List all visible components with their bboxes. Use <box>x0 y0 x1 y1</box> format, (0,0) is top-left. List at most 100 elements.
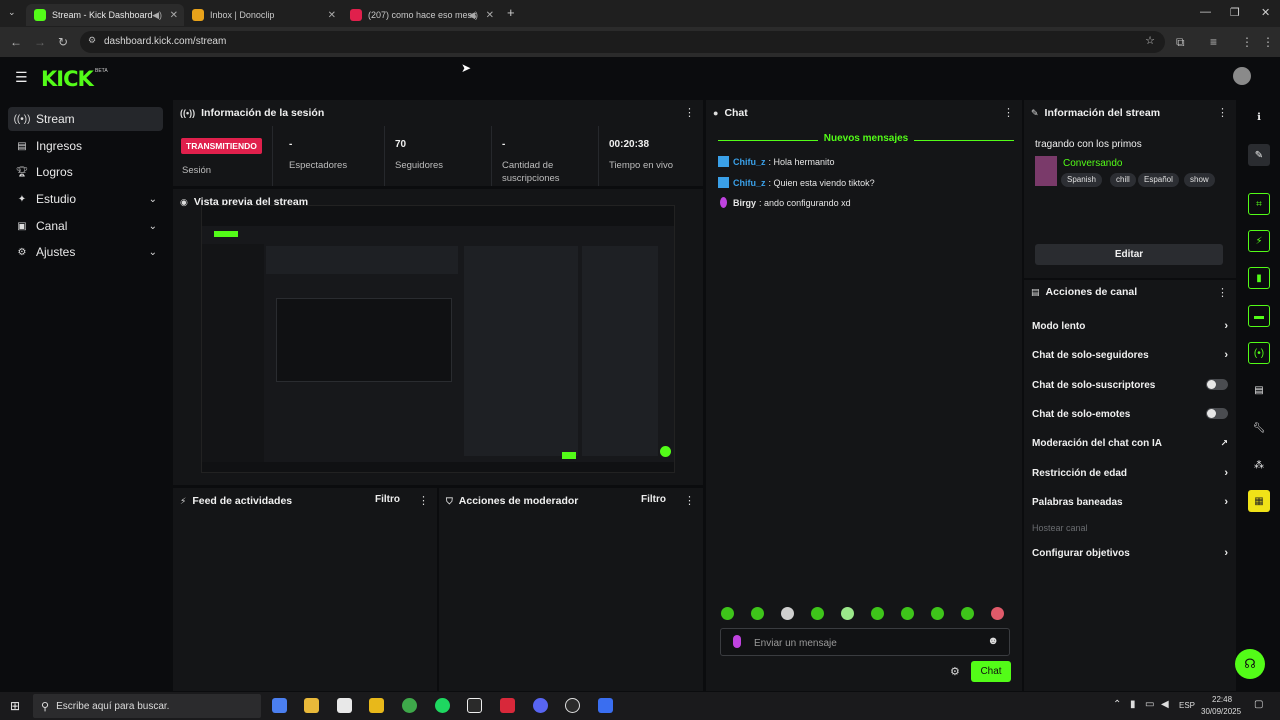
stream-tag[interactable]: Spanish <box>1061 173 1102 187</box>
extensions-icon[interactable]: ⧉ <box>1176 35 1185 50</box>
chat-username[interactable]: Chifu_z <box>733 157 766 167</box>
stream-tag[interactable]: chill <box>1110 173 1136 187</box>
tab-youtube[interactable]: (207) como hace eso mess ◀︎) ✕ <box>342 4 500 26</box>
emote-icon[interactable] <box>961 607 974 620</box>
sidebar-item-estudio[interactable]: ✦ Estudio ⌄ <box>8 187 163 211</box>
share-nodes-icon[interactable]: ⁂ <box>1248 454 1270 476</box>
notification-icon[interactable]: ▢ <box>1254 699 1263 710</box>
spotify-icon[interactable] <box>435 698 450 713</box>
avatar[interactable] <box>1233 67 1251 85</box>
language-indicator[interactable]: ESP <box>1179 701 1195 710</box>
action-slow-mode[interactable]: Modo lento › <box>1032 316 1228 336</box>
category-link[interactable]: Conversando <box>1063 158 1122 169</box>
forward-icon[interactable]: → <box>34 35 46 49</box>
clock-time[interactable]: 22:48 <box>1212 695 1232 704</box>
tab-donoclip[interactable]: Inbox | Donoclip ✕ <box>184 4 342 26</box>
chat-username[interactable]: Chifu_z <box>733 178 766 188</box>
emote-icon[interactable] <box>811 607 824 620</box>
emote-icon[interactable] <box>721 607 734 620</box>
tray-network-icon[interactable]: ▭ <box>1145 699 1154 710</box>
tab-kick-dashboard[interactable]: Stream - Kick Dashboard ◀︎) ✕ <box>26 4 184 26</box>
hamburger-menu-icon[interactable]: ☰ <box>15 69 28 86</box>
emote-icon[interactable] <box>841 607 854 620</box>
send-chat-button[interactable]: Chat <box>971 661 1011 682</box>
action-age-restriction[interactable]: Restricción de edad › <box>1032 463 1228 483</box>
kick-logo[interactable]: KICK <box>41 67 94 91</box>
emote-icon[interactable] <box>991 607 1004 620</box>
emote-icon[interactable] <box>781 607 794 620</box>
maximize-icon[interactable]: ❐ <box>1230 6 1240 19</box>
document-icon[interactable]: ▮ <box>1248 267 1270 289</box>
speaker-icon[interactable]: ◀︎) <box>152 10 162 21</box>
media-control-icon[interactable]: ≡ <box>1210 35 1217 49</box>
support-headset-icon[interactable]: ☊ <box>1235 649 1265 679</box>
clock-date[interactable]: 30/09/2025 <box>1201 707 1241 716</box>
more-options-icon[interactable]: ⋮ <box>684 494 695 507</box>
app-icon[interactable] <box>598 698 613 713</box>
subscribers-only-toggle[interactable] <box>1206 379 1228 390</box>
wrench-icon[interactable]: 🔧︎ <box>1248 417 1270 439</box>
tab-search-icon[interactable]: ⌄ <box>8 7 16 18</box>
minimize-icon[interactable]: — <box>1200 6 1211 18</box>
winrar-icon[interactable] <box>500 698 515 713</box>
stream-tag[interactable]: Español <box>1138 173 1179 187</box>
more-options-icon[interactable]: ⋮ <box>1003 106 1014 119</box>
taskbar-search[interactable]: ⚲ Escribe aquí para buscar. <box>33 694 261 718</box>
close-icon[interactable]: ✕ <box>486 10 494 21</box>
emoji-icon[interactable]: ☻ <box>987 635 999 647</box>
sidebar-item-ajustes[interactable]: ⚙ Ajustes ⌄ <box>8 240 163 264</box>
layers-icon[interactable]: ▤ <box>1248 379 1270 401</box>
broadcast-signal-icon[interactable]: (•) <box>1248 342 1270 364</box>
edit-button[interactable]: Editar <box>1035 244 1223 265</box>
clapperboard-icon[interactable]: ▦ <box>1248 490 1270 512</box>
new-tab-icon[interactable]: + <box>507 5 515 20</box>
sidebar-item-canal[interactable]: ▣ Canal ⌄ <box>8 214 163 238</box>
close-window-icon[interactable]: ✕ <box>1261 6 1270 19</box>
sidebar-item-stream[interactable]: ((•)) Stream <box>8 107 163 131</box>
file-explorer-icon[interactable] <box>304 698 319 713</box>
more-options-icon[interactable]: ⋮ <box>1217 286 1228 299</box>
category-thumbnail[interactable] <box>1035 156 1057 186</box>
sidebar-item-logros[interactable]: 🏆︎ Logros <box>8 160 163 184</box>
roblox-icon[interactable] <box>369 698 384 713</box>
close-icon[interactable]: ✕ <box>328 10 336 21</box>
chrome-icon[interactable] <box>402 698 417 713</box>
emote-icon[interactable] <box>751 607 764 620</box>
windows-start-icon[interactable]: ⊞ <box>10 699 20 713</box>
tray-volume-icon[interactable]: ◀︎ <box>1161 699 1169 710</box>
info-icon[interactable]: ℹ <box>1248 106 1270 128</box>
discord-icon[interactable] <box>533 698 548 713</box>
bookmark-star-icon[interactable]: ☆ <box>1145 34 1155 47</box>
tray-chevron-up-icon[interactable]: ⌃ <box>1113 699 1121 710</box>
microphone-icon[interactable] <box>733 635 741 648</box>
chat-icon[interactable]: ▬ <box>1248 305 1270 327</box>
action-followers-only[interactable]: Chat de solo-seguidores › <box>1032 345 1228 365</box>
more-options-icon[interactable]: ⋮ <box>1217 106 1228 119</box>
emote-icon[interactable] <box>901 607 914 620</box>
action-banned-words[interactable]: Palabras baneadas › <box>1032 492 1228 512</box>
store-icon[interactable] <box>337 698 352 713</box>
chat-input-box[interactable]: ☻ <box>720 628 1010 656</box>
url-field[interactable]: ⚙ dashboard.kick.com/stream ☆ <box>80 31 1165 53</box>
chat-message-input[interactable] <box>754 635 984 651</box>
emote-icon[interactable] <box>931 607 944 620</box>
back-icon[interactable]: ← <box>10 35 22 49</box>
emotes-only-toggle[interactable] <box>1206 408 1228 419</box>
obs-icon[interactable] <box>565 698 580 713</box>
edit-pencil-icon[interactable]: ✎ <box>1248 144 1270 166</box>
emote-icon[interactable] <box>871 607 884 620</box>
capcut-icon[interactable] <box>467 698 482 713</box>
new-messages-divider[interactable]: Nuevos mensajes <box>718 133 1014 147</box>
site-info-icon[interactable]: ⚙ <box>88 35 96 46</box>
close-icon[interactable]: ✕ <box>170 10 178 21</box>
filter-button[interactable]: Filtro <box>375 494 400 505</box>
tray-mic-icon[interactable]: ▮ <box>1130 699 1136 710</box>
chat-username[interactable]: Birgy <box>733 198 756 208</box>
action-configure-goals[interactable]: Configurar objetivos › <box>1032 543 1228 563</box>
more-options-icon[interactable]: ⋮ <box>418 494 429 507</box>
speaker-icon[interactable]: ◀︎) <box>468 10 478 21</box>
reload-icon[interactable]: ↻ <box>58 35 68 49</box>
stream-preview-video[interactable] <box>201 205 675 473</box>
stream-tag[interactable]: show <box>1184 173 1215 187</box>
lightning-icon[interactable]: ⚡︎ <box>1248 230 1270 252</box>
